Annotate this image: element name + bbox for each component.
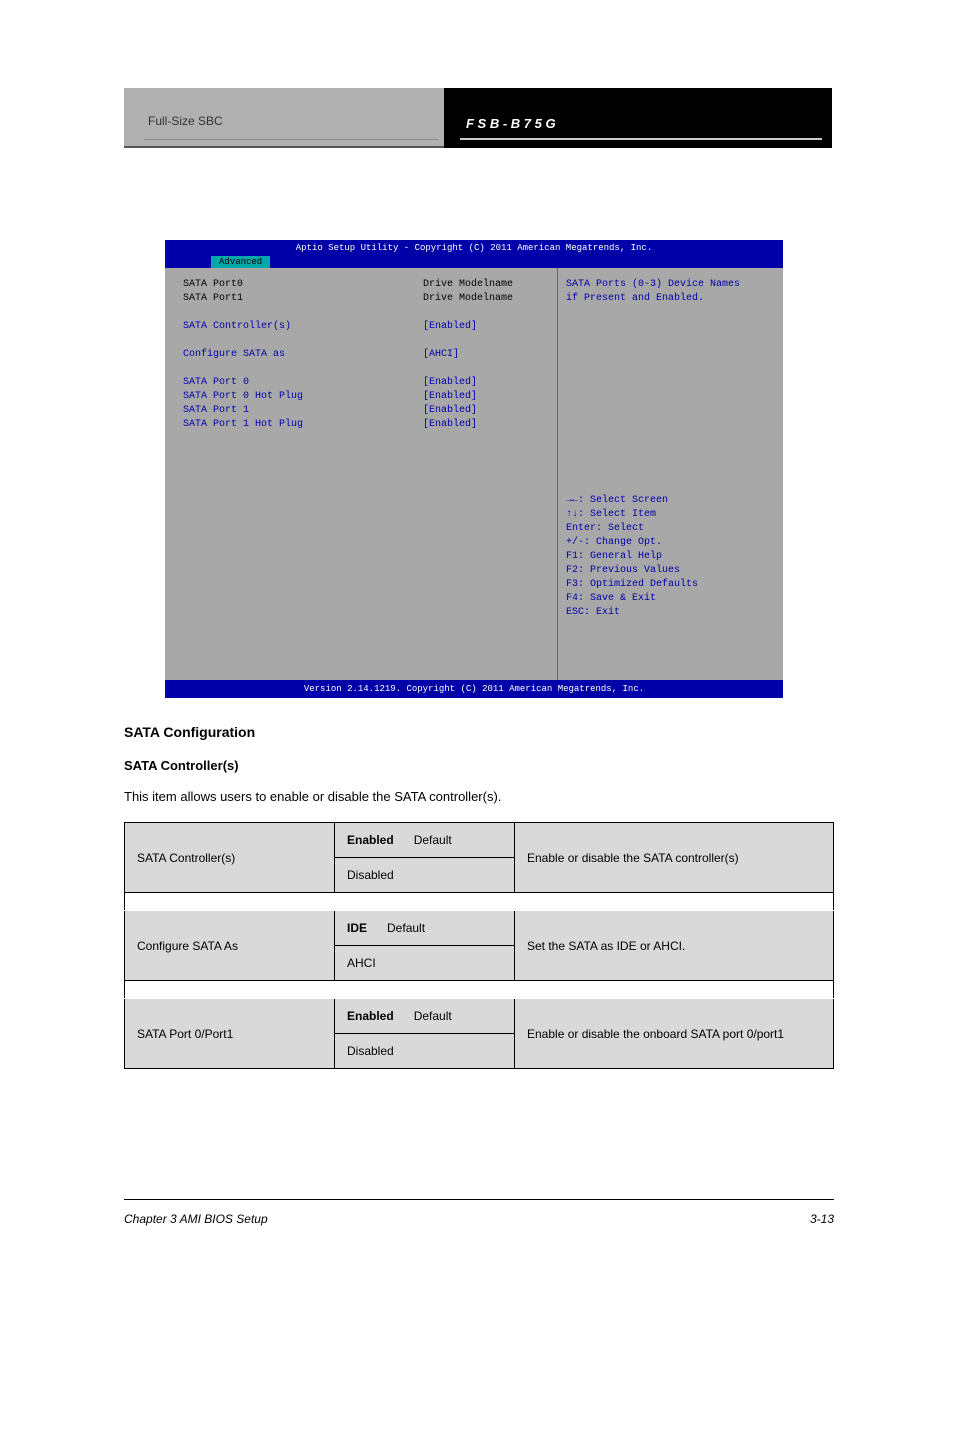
page-header: Full-Size SBC F S B - B 7 5 G	[124, 88, 832, 148]
option-value: Enabled Default	[335, 823, 515, 858]
footer-right: 3-13	[810, 1212, 834, 1226]
page-body: SATA Configuration SATA Controller(s) Th…	[124, 724, 834, 1069]
bios-help-pane: SATA Ports (0-3) Device Namesif Present …	[557, 268, 783, 680]
bios-titlebar: Aptio Setup Utility - Copyright (C) 2011…	[165, 240, 783, 268]
options-table: SATA Controller(s)Enabled DefaultEnable …	[124, 822, 834, 1069]
option-description: Enable or disable the SATA controller(s)	[515, 823, 834, 893]
footer-rule	[124, 1199, 834, 1200]
bios-help-keys: →←: Select Screen↑↓: Select ItemEnter: S…	[566, 494, 775, 620]
option-label: SATA Controller(s)	[125, 823, 335, 893]
section-heading: SATA Configuration	[124, 724, 834, 740]
option-value: AHCI	[335, 946, 515, 981]
section-paragraph: This item allows users to enable or disa…	[124, 787, 834, 807]
option-description: Enable or disable the onboard SATA port …	[515, 999, 834, 1069]
header-left: Full-Size SBC	[124, 88, 444, 148]
bios-left-pane: SATA Port0Drive ModelnameSATA Port1Drive…	[165, 268, 557, 680]
option-value: Enabled Default	[335, 999, 515, 1034]
bios-screenshot: Aptio Setup Utility - Copyright (C) 2011…	[165, 240, 783, 698]
option-label: SATA Port 0/Port1	[125, 999, 335, 1069]
bios-help-top: SATA Ports (0-3) Device Namesif Present …	[566, 278, 775, 306]
subsection-heading: SATA Controller(s)	[124, 758, 834, 773]
page-footer: Chapter 3 AMI BIOS Setup 3-13	[124, 1212, 834, 1226]
option-value: Disabled	[335, 858, 515, 893]
option-description: Set the SATA as IDE or AHCI.	[515, 911, 834, 981]
header-right-label: F S B - B 7 5 G	[466, 116, 556, 131]
header-left-label: Full-Size SBC	[148, 114, 223, 128]
option-value: IDE Default	[335, 911, 515, 946]
header-right: F S B - B 7 5 G	[444, 88, 832, 148]
footer-left: Chapter 3 AMI BIOS Setup	[124, 1212, 268, 1226]
bios-tab-advanced: Advanced	[211, 256, 270, 268]
bios-title: Aptio Setup Utility - Copyright (C) 2011…	[165, 243, 783, 253]
bios-footer: Version 2.14.1219. Copyright (C) 2011 Am…	[165, 680, 783, 698]
option-label: Configure SATA As	[125, 911, 335, 981]
option-value: Disabled	[335, 1034, 515, 1069]
